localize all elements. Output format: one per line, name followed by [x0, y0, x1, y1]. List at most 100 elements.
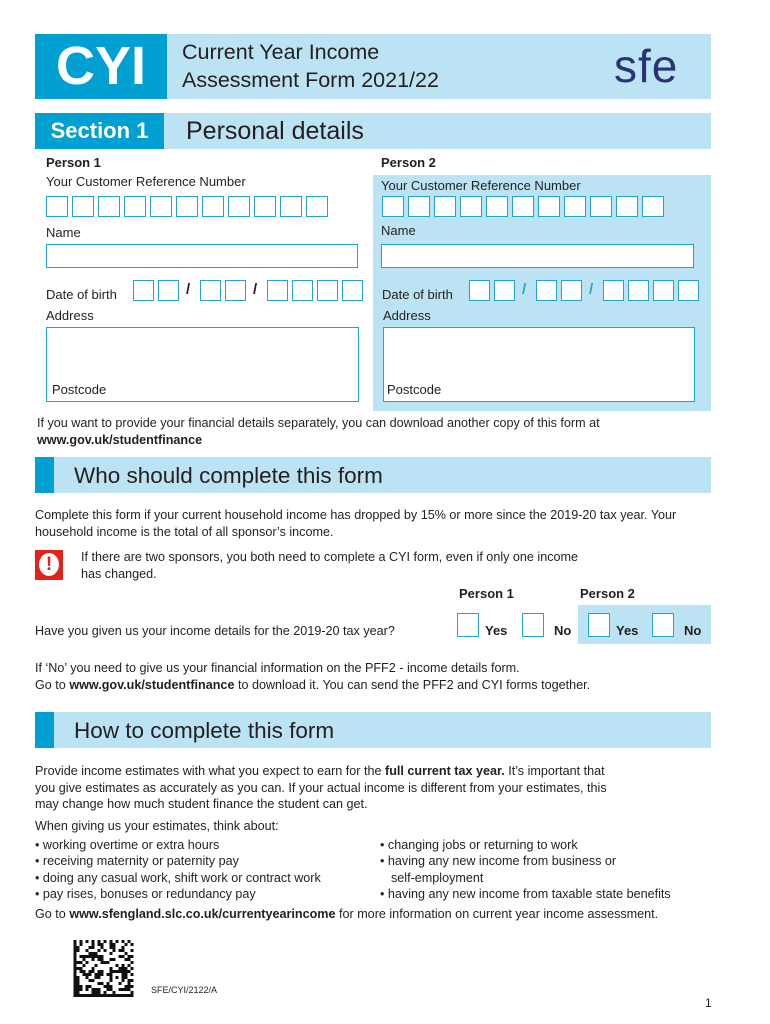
- form-reference: SFE/CYI/2122/A: [151, 985, 218, 995]
- how-intro-line2: you give estimates as accurately as you …: [35, 780, 607, 795]
- studentfinance-link[interactable]: www.gov.uk/studentfinance: [37, 432, 717, 449]
- bullets-left: • working overtime or extra hours • rece…: [35, 837, 321, 902]
- person2-crn-digit-box[interactable]: [460, 196, 482, 217]
- person2-dob-digit-box[interactable]: [653, 280, 674, 301]
- if-no-line2: Go to www.gov.uk/studentfinance to downl…: [35, 677, 715, 694]
- person2-address-input[interactable]: Postcode: [383, 327, 695, 402]
- person2-crn-digit-box[interactable]: [564, 196, 586, 217]
- person1-crn-digit-box[interactable]: [176, 196, 198, 217]
- person1-address-input[interactable]: Postcode: [46, 327, 359, 402]
- how-intro-line3: may change how much student finance the …: [35, 797, 368, 811]
- bullets-right: • changing jobs or returning to work • h…: [380, 837, 671, 902]
- person1-yes-checkbox[interactable]: [457, 613, 479, 637]
- person1-crn-digit-box[interactable]: [280, 196, 302, 217]
- person1-dob-digit-box[interactable]: [158, 280, 179, 301]
- person1-dob-digit-box[interactable]: [225, 280, 246, 301]
- person1-name-input[interactable]: [46, 244, 358, 268]
- exclamation-warning-icon: !: [35, 550, 63, 580]
- person2-crn-digit-box[interactable]: [590, 196, 612, 217]
- form-code: CYI: [55, 36, 147, 96]
- how-intro-bold: full current tax year.: [385, 764, 505, 778]
- section1-label: Section 1: [50, 118, 149, 143]
- person1-crn-label: Your Customer Reference Number: [46, 174, 246, 189]
- person2-crn-digit-box[interactable]: [408, 196, 430, 217]
- person1-dob-digit-box[interactable]: [342, 280, 363, 301]
- person2-no-checkbox[interactable]: [652, 613, 674, 637]
- person2-dob-digit-box[interactable]: [536, 280, 557, 301]
- person1-crn-digit-box[interactable]: [124, 196, 146, 217]
- person1-crn-digit-box[interactable]: [202, 196, 224, 217]
- form-title: Current Year Income Assessment Form 2021…: [182, 38, 439, 94]
- bullet-item: • having any new income from business or: [380, 854, 617, 869]
- person1-dob-digit-box[interactable]: [317, 280, 338, 301]
- think-about-label: When giving us your estimates, think abo…: [35, 819, 279, 833]
- how-intro-a: Provide income estimates with what you e…: [35, 764, 382, 778]
- if-no-studentfinance-link[interactable]: www.gov.uk/studentfinance: [69, 678, 234, 692]
- person2-dob-digit-box[interactable]: [469, 280, 490, 301]
- bullet-item-continuation: self-employment: [391, 870, 484, 885]
- currentyearincome-link[interactable]: www.sfengland.slc.co.uk/currentyearincom…: [69, 907, 335, 921]
- if-no-rest: to download it. You can send the PFF2 an…: [237, 677, 591, 692]
- bullet-item: • changing jobs or returning to work: [380, 838, 578, 852]
- person2-crn-digit-box[interactable]: [382, 196, 404, 217]
- form-title-line2: Assessment Form 2021/22: [182, 68, 439, 92]
- person1-yes-label: Yes: [485, 623, 508, 638]
- person2-yes-label: Yes: [616, 623, 639, 638]
- person2-crn-digit-box[interactable]: [642, 196, 664, 217]
- how-intro-line1: Provide income estimates with what you e…: [35, 763, 725, 780]
- person2-crn-digit-box[interactable]: [616, 196, 638, 217]
- person1-crn-digit-box[interactable]: [254, 196, 276, 217]
- person2-dob-digit-box[interactable]: [603, 280, 624, 301]
- how-intro: Provide income estimates with what you e…: [35, 763, 725, 813]
- if-no-note: If ‘No’ you need to give us your financi…: [35, 660, 715, 693]
- goto-b: for more information on current year inc…: [339, 907, 659, 921]
- person2-dob-separator: /: [589, 281, 594, 298]
- person2-crn-digit-box[interactable]: [512, 196, 534, 217]
- bullet-item: • receiving maternity or paternity pay: [35, 854, 239, 869]
- person1-crn-digit-box[interactable]: [72, 196, 94, 217]
- person2-address-label: Address: [383, 308, 431, 323]
- person2-dob-digit-box[interactable]: [494, 280, 515, 301]
- person2-dob-separator: /: [522, 281, 527, 298]
- datamatrix-barcode-icon: [73, 940, 134, 997]
- bullet-item: • doing any casual work, shift work or c…: [35, 870, 321, 885]
- person1-dob-separator: /: [186, 281, 191, 298]
- person1-dob-separator: /: [253, 281, 258, 298]
- person1-crn-digit-box[interactable]: [98, 196, 120, 217]
- person1-crn-digit-box[interactable]: [228, 196, 250, 217]
- person1-crn-digit-box[interactable]: [306, 196, 328, 217]
- person1-dob-digit-box[interactable]: [292, 280, 313, 301]
- bullet-item: • having any new income from taxable sta…: [380, 886, 671, 901]
- person1-crn-digit-box[interactable]: [46, 196, 68, 217]
- form-title-line1: Current Year Income: [182, 40, 380, 64]
- sfe-logo: sfe: [614, 40, 679, 92]
- person2-dob-digit-box[interactable]: [561, 280, 582, 301]
- person2-postcode-label: Postcode: [387, 382, 442, 397]
- yn-person2-heading: Person 2: [580, 586, 635, 601]
- person1-dob-digit-box[interactable]: [267, 280, 288, 301]
- person1-dob-digit-box[interactable]: [133, 280, 154, 301]
- person1-no-checkbox[interactable]: [522, 613, 544, 637]
- person1-postcode-label: Postcode: [52, 382, 107, 397]
- person2-yes-checkbox[interactable]: [588, 613, 610, 637]
- person2-dob-digit-box[interactable]: [628, 280, 649, 301]
- separate-copy-note: If you want to provide your financial de…: [37, 415, 717, 448]
- person1-name-label: Name: [46, 225, 81, 240]
- goto-a: Go to: [35, 907, 66, 921]
- person2-crn-digit-box[interactable]: [538, 196, 560, 217]
- person2-crn-digit-box[interactable]: [486, 196, 508, 217]
- person2-crn-digit-box[interactable]: [434, 196, 456, 217]
- person2-dob-digit-box[interactable]: [678, 280, 699, 301]
- who-intro: Complete this form if your current house…: [35, 508, 677, 539]
- person1-no-label: No: [554, 623, 572, 638]
- person2-heading: Person 2: [381, 155, 436, 170]
- person2-name-input[interactable]: [381, 244, 694, 268]
- person2-dob-label: Date of birth: [382, 287, 453, 302]
- person1-crn-digit-box[interactable]: [150, 196, 172, 217]
- if-no-goto: Go to: [35, 677, 66, 692]
- person2-no-label: No: [684, 623, 702, 638]
- bullet-item: • working overtime or extra hours: [35, 838, 220, 852]
- person2-crn-label: Your Customer Reference Number: [381, 178, 581, 193]
- person1-dob-digit-box[interactable]: [200, 280, 221, 301]
- how-intro-b: It’s important that: [508, 764, 605, 778]
